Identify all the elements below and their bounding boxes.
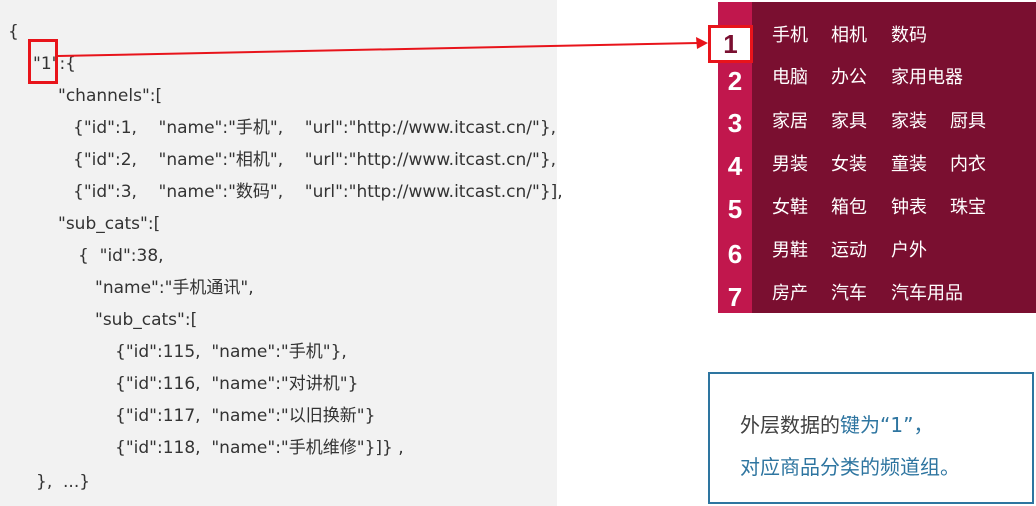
note-line-1: 外层数据的键为“1”， [740, 412, 933, 438]
arrow-head-icon [696, 37, 708, 49]
arrow-line [57, 42, 699, 57]
explanation-note: 外层数据的键为“1”， 对应商品分类的频道组。 [708, 372, 1034, 504]
note-text: 外层数据的 [740, 413, 840, 437]
note-line-2: 对应商品分类的频道组。 [740, 455, 960, 479]
note-highlight-text: 键为“1”， [840, 413, 934, 437]
